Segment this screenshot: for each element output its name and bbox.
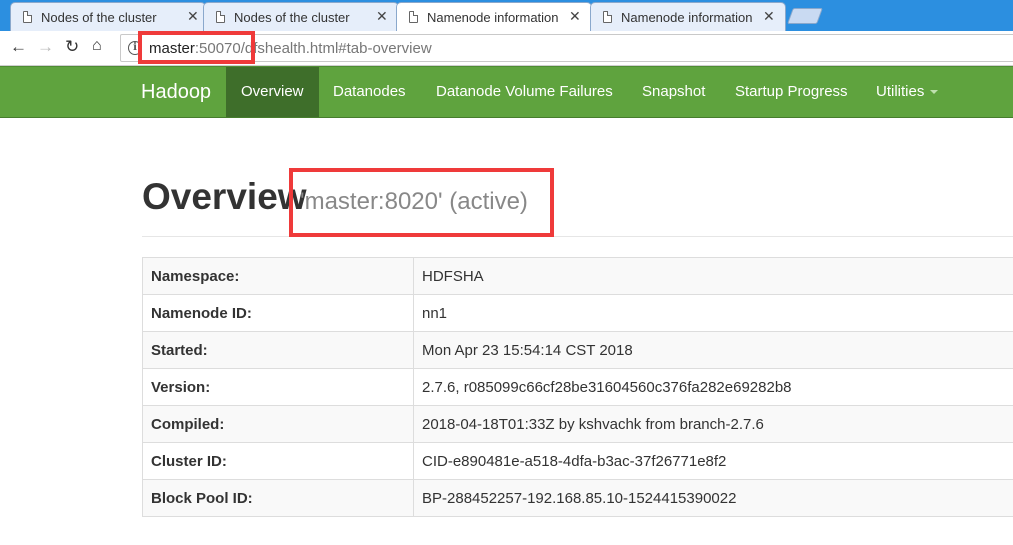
nav-utilities[interactable]: Utilities [861,67,953,117]
nav-overview[interactable]: Overview [226,67,319,117]
overview-table: Namespace: HDFSHA Namenode ID: nn1 Start… [142,257,1013,517]
row-value: 2018-04-18T01:33Z by kshvachk from branc… [413,405,1013,443]
browser-tab-title: Nodes of the cluster [234,10,350,25]
nav-snapshot[interactable]: Snapshot [627,67,720,117]
row-key: Namespace: [142,257,414,295]
divider [142,236,1013,237]
table-row: Started: Mon Apr 23 15:54:14 CST 2018 [142,331,1013,369]
home-icon[interactable]: ⌂ [92,37,102,55]
row-key: Block Pool ID: [142,479,414,517]
row-key: Started: [142,331,414,369]
row-key: Namenode ID: [142,294,414,332]
table-row: Cluster ID: CID-e890481e-a518-4dfa-b3ac-… [142,442,1013,480]
row-value: 2.7.6, r085099c66cf28be31604560c376fa282… [413,368,1013,406]
annotation-box-url [138,31,255,64]
browser-tab[interactable]: Namenode information ✕ [590,2,786,31]
row-value: HDFSHA [413,257,1013,295]
hadoop-navbar: Hadoop Overview Datanodes Datanode Volum… [0,66,1013,118]
row-value: nn1 [413,294,1013,332]
close-icon[interactable]: ✕ [187,8,199,25]
page-icon [409,11,418,23]
browser-tab-title: Nodes of the cluster [41,10,157,25]
nav-startup-progress[interactable]: Startup Progress [720,67,863,117]
browser-tab[interactable]: Nodes of the cluster ✕ [10,2,206,31]
brand-logo[interactable]: Hadoop [141,81,211,104]
close-icon[interactable]: ✕ [569,8,581,25]
browser-tab[interactable]: Nodes of the cluster ✕ [203,2,399,31]
browser-tab-title: Namenode information [621,10,753,25]
caret-down-icon [930,90,939,95]
browser-tab-active[interactable]: Namenode information ✕ [396,2,592,31]
forward-arrow-icon[interactable]: → [37,37,54,57]
nav-datanodes[interactable]: Datanodes [318,67,421,117]
row-value: Mon Apr 23 15:54:14 CST 2018 [413,331,1013,369]
table-row: Namespace: HDFSHA [142,257,1013,295]
page-icon [23,11,32,23]
page-icon [603,11,612,23]
nav-datanode-volume-failures[interactable]: Datanode Volume Failures [421,67,628,117]
row-key: Compiled: [142,405,414,443]
back-arrow-icon[interactable]: ← [10,37,27,57]
new-tab-button[interactable] [787,8,823,24]
row-value: BP-288452257-192.168.85.10-1524415390022 [413,479,1013,517]
row-key: Cluster ID: [142,442,414,480]
page-title: Overview [142,176,307,217]
row-value: CID-e890481e-a518-4dfa-b3ac-37f26771e8f2 [413,442,1013,480]
table-row: Version: 2.7.6, r085099c66cf28be31604560… [142,368,1013,406]
close-icon[interactable]: ✕ [376,8,388,25]
browser-tab-strip: Nodes of the cluster ✕ Nodes of the clus… [0,0,1013,31]
browser-tab-title: Namenode information [427,10,559,25]
table-row: Block Pool ID: BP-288452257-192.168.85.1… [142,479,1013,517]
nav-utilities-label: Utilities [876,83,925,100]
annotation-box-status [289,168,554,237]
table-row: Compiled: 2018-04-18T01:33Z by kshvachk … [142,405,1013,443]
page-icon [216,11,225,23]
row-key: Version: [142,368,414,406]
close-icon[interactable]: ✕ [763,8,775,25]
reload-icon[interactable]: ↻ [65,37,79,57]
table-row: Namenode ID: nn1 [142,294,1013,332]
